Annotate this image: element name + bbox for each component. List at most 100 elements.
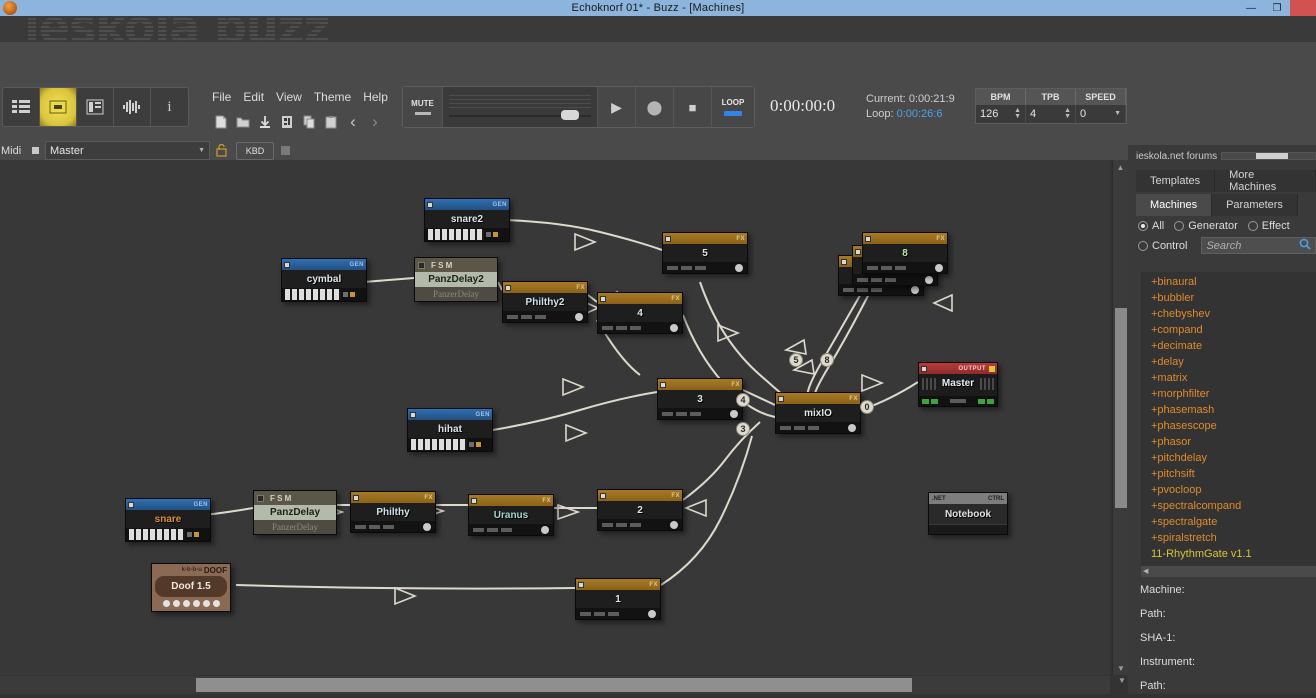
- param-slot[interactable]: [857, 277, 868, 282]
- machine-mute-square[interactable]: [410, 411, 416, 418]
- radio-control[interactable]: [1138, 240, 1148, 251]
- bpm-field[interactable]: 126 ▲ ▼: [976, 105, 1026, 123]
- param-knob[interactable]: [735, 263, 743, 272]
- machine-fx2[interactable]: FX 2: [597, 489, 683, 531]
- connection-label[interactable]: 4: [736, 393, 750, 407]
- param-slot[interactable]: [473, 527, 484, 532]
- connection-label[interactable]: 3: [736, 422, 750, 436]
- kbd-checkbox[interactable]: [281, 146, 290, 155]
- machine-mute-square[interactable]: [471, 497, 477, 504]
- param-slot[interactable]: [616, 325, 627, 330]
- list-item[interactable]: +spiralstretch: [1141, 530, 1316, 546]
- param-slot[interactable]: [681, 265, 692, 270]
- param-knob[interactable]: [670, 323, 678, 332]
- list-item[interactable]: +pitchsift: [1141, 466, 1316, 482]
- param-knob[interactable]: [935, 263, 943, 272]
- machine-mute-square[interactable]: [665, 235, 671, 242]
- param-slot[interactable]: [690, 411, 701, 416]
- machine-mute-square[interactable]: [128, 501, 134, 508]
- param-slot[interactable]: [871, 277, 882, 282]
- tab-machines[interactable]: Machines: [1136, 194, 1213, 216]
- list-item[interactable]: +morphfilter: [1141, 386, 1316, 402]
- bpm-spinner[interactable]: ▲ ▼: [1014, 107, 1021, 120]
- list-view-icon[interactable]: [3, 88, 40, 126]
- param-slot[interactable]: [383, 524, 394, 529]
- loop-button[interactable]: LOOP: [712, 87, 754, 127]
- save-icon[interactable]: [256, 112, 274, 132]
- list-item[interactable]: +compand: [1141, 322, 1316, 338]
- machine-panzdelay2[interactable]: F S M PanzDelay2 PanzerDelay: [414, 257, 498, 302]
- param-slot[interactable]: [808, 425, 819, 430]
- machine-mute-square[interactable]: [578, 581, 584, 588]
- param-slot[interactable]: [676, 411, 687, 416]
- machine-hihat[interactable]: GEN hihat: [407, 408, 493, 452]
- machine-mute-square[interactable]: [660, 381, 666, 388]
- scroll-left-arrow[interactable]: ◀: [1143, 567, 1148, 575]
- param-button[interactable]: [192, 600, 200, 607]
- slider-knob[interactable]: [561, 110, 579, 120]
- machine-snare[interactable]: GEN snare: [125, 498, 211, 542]
- param-knob[interactable]: [541, 525, 549, 534]
- param-slot[interactable]: [881, 265, 892, 270]
- record-button[interactable]: ⬤: [636, 87, 674, 127]
- machines-view-icon[interactable]: [40, 88, 77, 126]
- machine-master[interactable]: OUTPUT Master: [918, 362, 998, 407]
- machine-mute-square[interactable]: [418, 261, 425, 269]
- param-slot[interactable]: [843, 287, 854, 292]
- forward-icon[interactable]: ›: [366, 112, 384, 132]
- param-slot[interactable]: [487, 527, 498, 532]
- panel-collapse-arrow[interactable]: ▼: [1118, 676, 1126, 685]
- machine-philthy2[interactable]: FX Philthy2: [502, 281, 588, 323]
- param-knob[interactable]: [911, 285, 919, 294]
- param-knob[interactable]: [848, 423, 856, 432]
- machine-mute-square[interactable]: [841, 258, 847, 265]
- menu-theme[interactable]: Theme: [314, 90, 351, 104]
- machine-doof[interactable]: k-b-b-u DOOF Doof 1.5: [151, 563, 231, 612]
- machine-list[interactable]: +binaural +bubbler +chebyshev +compand +…: [1141, 272, 1316, 568]
- list-item[interactable]: +spectralcompand: [1141, 498, 1316, 514]
- param-slot[interactable]: [630, 325, 641, 330]
- param-button[interactable]: [182, 600, 190, 607]
- machine-mute-square[interactable]: [855, 248, 861, 255]
- play-button[interactable]: ▶: [598, 87, 636, 127]
- machine-philthy[interactable]: FX Philthy: [350, 491, 436, 533]
- search-icon[interactable]: [1299, 237, 1311, 255]
- lock-icon[interactable]: [210, 144, 232, 157]
- param-button[interactable]: [162, 600, 170, 607]
- stop-button[interactable]: ■: [674, 87, 712, 127]
- machine-mute-square[interactable]: [600, 492, 606, 499]
- param-slot[interactable]: [662, 411, 673, 416]
- sequence-view-icon[interactable]: [77, 88, 114, 126]
- param-slot[interactable]: [594, 611, 605, 616]
- param-slot[interactable]: [871, 287, 882, 292]
- param-slot[interactable]: [535, 314, 546, 319]
- connection-label[interactable]: 8: [820, 353, 834, 367]
- param-slot[interactable]: [602, 522, 613, 527]
- menu-help[interactable]: Help: [363, 90, 388, 104]
- param-slot[interactable]: [667, 265, 678, 270]
- machine-mute-square[interactable]: [778, 395, 784, 402]
- param-knob[interactable]: [575, 312, 583, 321]
- machine-mute-square[interactable]: [865, 235, 871, 242]
- param-knob[interactable]: [670, 520, 678, 529]
- machines-canvas[interactable]: GEN snare2 GEN cymbal F S M PanzDelay2 P…: [0, 160, 1110, 675]
- forum-link[interactable]: ieskola.net forums: [1136, 151, 1217, 162]
- copy-icon[interactable]: [300, 112, 318, 132]
- paste-icon[interactable]: [322, 112, 340, 132]
- scroll-thumb[interactable]: [196, 678, 912, 692]
- machine-mute-square[interactable]: [921, 365, 927, 372]
- menu-file[interactable]: File: [212, 90, 231, 104]
- list-item[interactable]: +phasor: [1141, 434, 1316, 450]
- machine-fx3[interactable]: FX 3: [657, 378, 743, 420]
- param-knob[interactable]: [648, 609, 656, 618]
- back-icon[interactable]: ‹: [344, 112, 362, 132]
- mini-scrollbar[interactable]: [1221, 152, 1316, 160]
- param-slot[interactable]: [602, 325, 613, 330]
- param-button[interactable]: [202, 600, 210, 607]
- radio-effect[interactable]: [1247, 221, 1258, 231]
- machine-fx4[interactable]: FX 4: [597, 292, 683, 334]
- list-item[interactable]: +phasemash: [1141, 402, 1316, 418]
- param-button[interactable]: [212, 600, 220, 607]
- param-slot[interactable]: [616, 522, 627, 527]
- machine-mute-square[interactable]: [284, 261, 290, 268]
